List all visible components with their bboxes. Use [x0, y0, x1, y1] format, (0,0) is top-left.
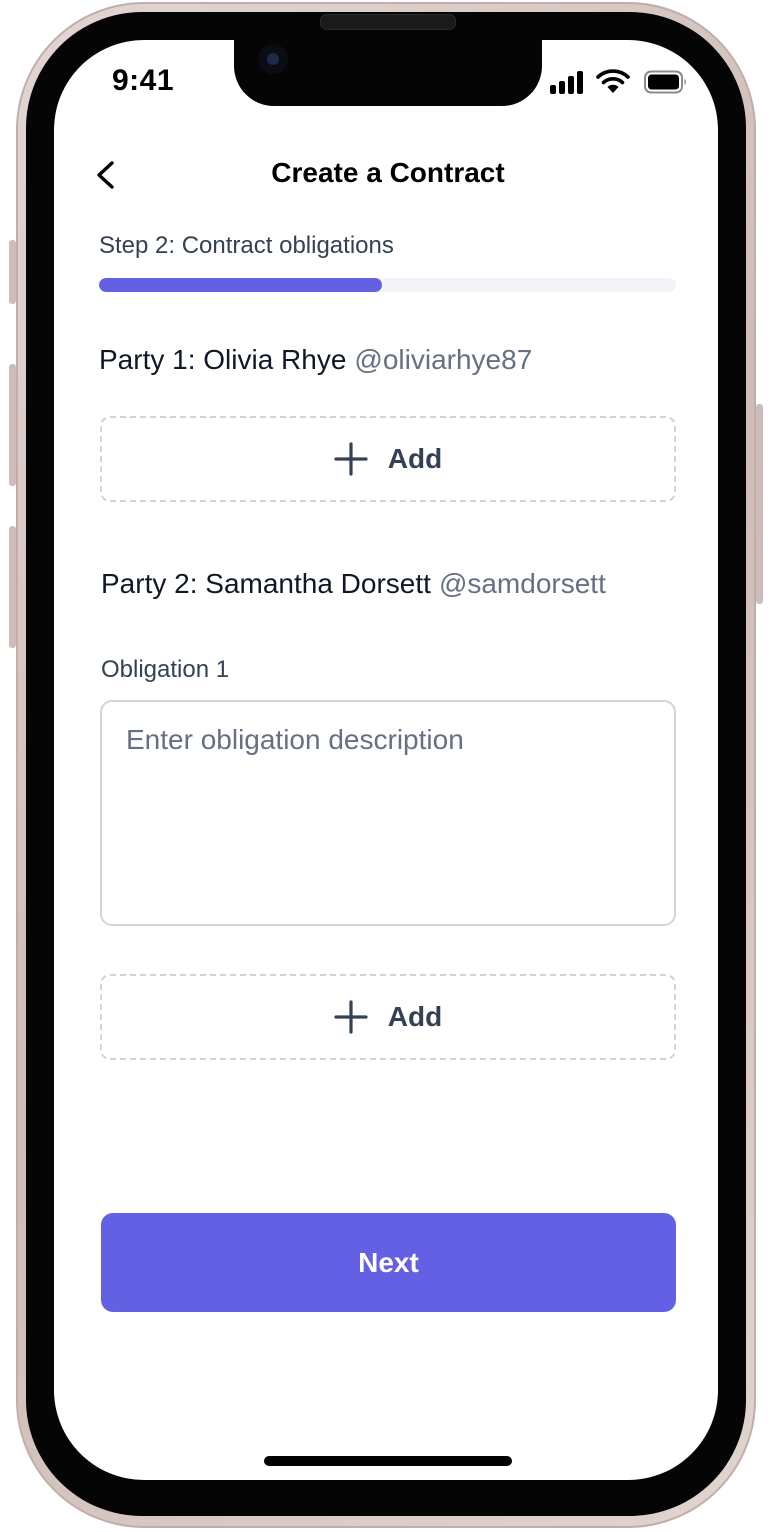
- plus-icon: [334, 442, 368, 476]
- obligation-1-label: Obligation 1: [101, 656, 230, 683]
- silent-switch: [9, 240, 16, 304]
- cellular-signal-icon: [550, 70, 586, 94]
- party-2-name: Party 2: Samantha Dorsett: [101, 568, 431, 599]
- party-1-handle: @oliviarhye87: [354, 344, 533, 375]
- volume-up-button: [9, 364, 16, 486]
- party-2-add-label: Add: [387, 1001, 443, 1032]
- next-button[interactable]: Next: [101, 1213, 676, 1312]
- progress-bar-fill: [99, 278, 382, 292]
- wifi-icon: [596, 69, 630, 93]
- chevron-left-icon[interactable]: [92, 158, 118, 192]
- battery-icon: [644, 70, 686, 94]
- party-1-name: Party 1: Olivia Rhye: [99, 344, 347, 375]
- party-1-add-label: Add: [387, 443, 443, 474]
- party-2-handle: @samdorsett: [438, 568, 606, 599]
- obligation-1-input[interactable]: [100, 700, 676, 926]
- front-camera: [258, 44, 288, 74]
- status-time: 9:41: [112, 64, 175, 97]
- volume-down-button: [9, 526, 16, 648]
- party-1-add-button[interactable]: Add: [100, 416, 676, 502]
- home-indicator: [264, 1456, 512, 1466]
- party-2-add-button[interactable]: Add: [100, 974, 676, 1060]
- party-2-header: Party 2: Samantha Dorsett @samdorsett: [101, 568, 606, 600]
- progress-bar: [99, 278, 676, 292]
- power-button: [756, 404, 763, 604]
- plus-icon: [334, 1000, 368, 1034]
- party-1-header: Party 1: Olivia Rhye @oliviarhye87: [99, 344, 532, 376]
- page-title: Create a Contract: [271, 157, 505, 188]
- speaker-grille: [320, 14, 456, 30]
- step-label: Step 2: Contract obligations: [99, 232, 394, 259]
